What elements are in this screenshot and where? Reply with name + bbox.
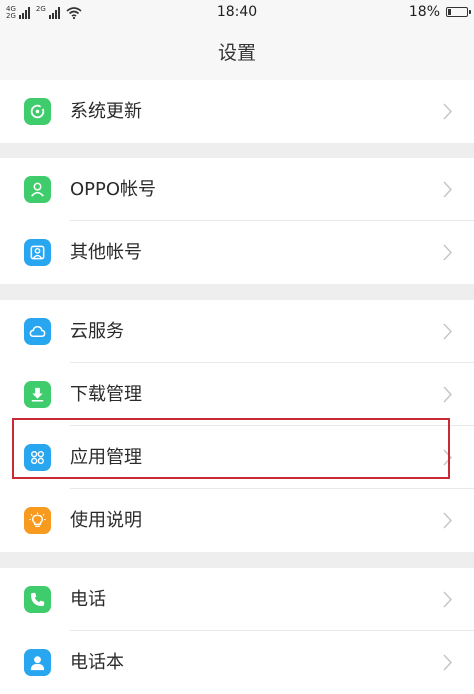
download-icon: [24, 381, 51, 408]
settings-item-label: 云服务: [70, 321, 124, 342]
settings-item-cloud-service[interactable]: 云服务: [0, 300, 474, 363]
settings-item-label: OPPO帐号: [70, 179, 157, 200]
settings-item-download-manager[interactable]: 下载管理: [0, 363, 474, 426]
settings-item-other-accounts[interactable]: 其他帐号: [0, 221, 474, 284]
contacts-icon: [24, 649, 51, 676]
chevron-right-icon: [443, 512, 452, 529]
chevron-right-icon: [443, 103, 452, 120]
chevron-right-icon: [443, 591, 452, 608]
page-title: 设置: [0, 26, 474, 80]
battery-icon: [446, 7, 471, 17]
section-divider: [0, 552, 474, 568]
chevron-right-icon: [443, 181, 452, 198]
status-time: 18:40: [216, 4, 258, 20]
section-divider: [0, 143, 474, 158]
settings-item-app-manager[interactable]: 应用管理: [0, 426, 474, 489]
phone-icon: [24, 586, 51, 613]
settings-list: 系统更新 OPPO帐号 其他帐号 云服务 下载管理 应用管理 使用说明 电话 电…: [0, 80, 474, 694]
settings-item-label: 系统更新: [70, 101, 142, 122]
settings-item-label: 电话: [70, 589, 106, 610]
chevron-right-icon: [443, 323, 452, 340]
chevron-right-icon: [443, 449, 452, 466]
settings-item-label: 下载管理: [70, 384, 142, 405]
settings-item-label: 使用说明: [70, 510, 142, 531]
apps-grid-icon: [24, 444, 51, 471]
settings-item-system-update[interactable]: 系统更新: [0, 80, 474, 143]
settings-item-label: 电话本: [70, 652, 124, 673]
person-icon: [24, 176, 51, 203]
cloud-icon: [24, 318, 51, 345]
settings-item-label: 应用管理: [70, 447, 142, 468]
chevron-right-icon: [443, 386, 452, 403]
refresh-icon: [24, 98, 51, 125]
settings-item-label: 其他帐号: [70, 242, 142, 263]
status-battery: 18%: [408, 4, 471, 20]
battery-percent: 18%: [408, 4, 440, 20]
chevron-right-icon: [443, 654, 452, 671]
chevron-right-icon: [443, 244, 452, 261]
status-bar: 4G 2G 2G 18:40 18%: [0, 0, 474, 26]
settings-item-phone[interactable]: 电话: [0, 568, 474, 631]
section-divider: [0, 284, 474, 300]
account-icon: [24, 239, 51, 266]
lightbulb-icon: [24, 507, 51, 534]
settings-item-contacts[interactable]: 电话本: [0, 631, 474, 694]
settings-item-user-guide[interactable]: 使用说明: [0, 489, 474, 552]
settings-item-oppo-account[interactable]: OPPO帐号: [0, 158, 474, 221]
